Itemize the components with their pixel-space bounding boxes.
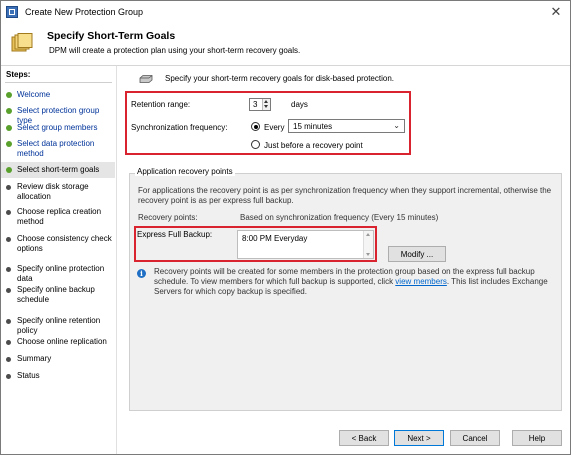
express-full-backup-list[interactable]: 8:00 PM Everyday xyxy=(237,230,374,259)
step-label: Summary xyxy=(17,354,52,363)
dialog-window: Create New Protection Group ✕ Specify Sh… xyxy=(0,0,571,455)
recovery-points-value: Based on synchronization frequency (Ever… xyxy=(240,213,439,222)
step-summary: Summary xyxy=(1,354,115,364)
step-label: Select data protection method xyxy=(17,139,95,158)
application-recovery-points-group: For applications the recovery point is a… xyxy=(129,173,562,411)
express-full-backup-value: 8:00 PM Everyday xyxy=(242,234,308,243)
protection-group-folder-icon xyxy=(11,33,33,52)
page-title: Specify Short-Term Goals xyxy=(47,30,176,42)
step-review-disk-storage-allocation: Review disk storage allocation xyxy=(1,182,115,202)
app-window-icon xyxy=(6,6,18,18)
back-button[interactable]: < Back xyxy=(339,430,389,446)
recovery-points-label: Recovery points: xyxy=(138,213,198,222)
step-choose-online-replication: Choose online replication xyxy=(1,337,115,347)
step-label: Specify online backup schedule xyxy=(17,285,95,304)
main-content: Specify your short-term recovery goals f… xyxy=(117,66,570,454)
step-complete-icon xyxy=(6,141,12,147)
sync-frequency-label: Synchronization frequency: xyxy=(131,123,228,132)
disk-drive-icon xyxy=(139,75,153,83)
chevron-down-icon: ⌄ xyxy=(393,121,400,130)
steps-heading: Steps: xyxy=(6,70,31,79)
step-specify-online-protection-data: Specify online protection data xyxy=(1,264,115,284)
modify-button[interactable]: Modify ... xyxy=(388,246,446,262)
step-specify-online-backup-schedule: Specify online backup schedule xyxy=(1,285,115,305)
step-label: Select group members xyxy=(17,123,98,132)
scroll-down-icon[interactable] xyxy=(366,253,370,256)
step-complete-icon xyxy=(6,125,12,131)
next-button[interactable]: Next > xyxy=(394,430,444,446)
step-label: Specify online protection data xyxy=(17,264,105,283)
step-choose-replica-creation-method: Choose replica creation method xyxy=(1,207,115,227)
step-pending-icon xyxy=(6,288,11,293)
retention-unit-label: days xyxy=(291,100,308,109)
intro-text: Specify your short-term recovery goals f… xyxy=(165,74,394,83)
before-recovery-point-radio[interactable] xyxy=(251,140,260,149)
title-bar: Create New Protection Group ✕ xyxy=(1,1,570,23)
window-title: Create New Protection Group xyxy=(25,7,144,17)
step-select-group-members[interactable]: Select group members xyxy=(1,123,115,133)
step-label: Choose replica creation method xyxy=(17,207,102,226)
step-pending-icon xyxy=(6,267,11,272)
page-subtitle: DPM will create a protection plan using … xyxy=(49,46,301,55)
retention-range-value: 3 xyxy=(253,100,258,109)
step-pending-icon xyxy=(6,374,11,379)
express-full-backup-label: Express Full Backup: xyxy=(137,230,213,239)
step-pending-icon xyxy=(6,357,11,362)
step-welcome[interactable]: Welcome xyxy=(1,90,115,100)
step-specify-online-retention-policy: Specify online retention policy xyxy=(1,316,115,336)
step-label: Review disk storage allocation xyxy=(17,182,89,201)
application-recovery-points-title: Application recovery points xyxy=(135,167,235,176)
step-label: Specify online retention policy xyxy=(17,316,101,335)
steps-panel: Steps: Welcome Select protection group t… xyxy=(1,66,117,454)
spinner-up-icon[interactable] xyxy=(264,100,268,103)
view-members-link[interactable]: view members xyxy=(395,277,447,286)
step-label: Status xyxy=(17,371,40,380)
step-complete-icon xyxy=(6,108,12,114)
step-label: Choose online replication xyxy=(17,337,107,346)
recovery-points-description: For applications the recovery point is a… xyxy=(138,186,552,205)
before-recovery-point-label[interactable]: Just before a recovery point xyxy=(264,141,363,150)
step-label: Choose consistency check options xyxy=(17,234,112,253)
step-pending-icon xyxy=(6,319,11,324)
frequency-dropdown[interactable]: 15 minutes ⌄ xyxy=(288,119,405,133)
list-scrollbar[interactable] xyxy=(363,231,373,258)
step-select-data-protection-method[interactable]: Select data protection method xyxy=(1,139,115,159)
step-status: Status xyxy=(1,371,115,381)
scroll-up-icon[interactable] xyxy=(366,233,370,236)
step-complete-icon xyxy=(6,92,12,98)
step-select-short-term-goals[interactable]: Select short-term goals xyxy=(1,162,115,178)
info-text: Recovery points will be created for some… xyxy=(154,267,556,297)
step-label: Welcome xyxy=(17,90,51,99)
every-radio-label[interactable]: Every xyxy=(264,123,284,132)
spinner-arrows[interactable] xyxy=(262,99,270,110)
retention-range-spinner[interactable]: 3 xyxy=(249,98,271,111)
step-current-icon xyxy=(6,167,12,173)
close-icon[interactable]: ✕ xyxy=(548,4,564,20)
steps-divider xyxy=(5,82,112,83)
step-pending-icon xyxy=(6,237,11,242)
wizard-header: Specify Short-Term Goals DPM will create… xyxy=(1,23,570,66)
frequency-value: 15 minutes xyxy=(293,122,333,131)
help-button[interactable]: Help xyxy=(512,430,562,446)
step-pending-icon xyxy=(6,210,11,215)
step-pending-icon xyxy=(6,185,11,190)
info-icon: i xyxy=(137,269,146,278)
every-radio[interactable] xyxy=(251,122,260,131)
step-choose-consistency-check-options: Choose consistency check options xyxy=(1,234,115,254)
retention-range-label: Retention range: xyxy=(131,100,191,109)
step-label: Select short-term goals xyxy=(17,165,100,174)
cancel-button[interactable]: Cancel xyxy=(450,430,500,446)
spinner-down-icon[interactable] xyxy=(264,105,268,108)
step-pending-icon xyxy=(6,340,11,345)
